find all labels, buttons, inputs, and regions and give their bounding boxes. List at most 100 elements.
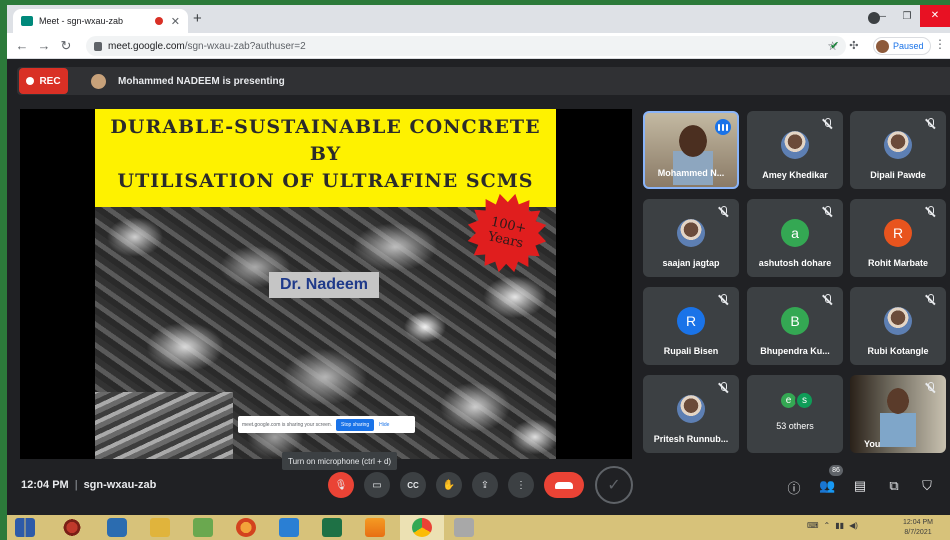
others-avatar: s <box>795 391 814 410</box>
windows-start-icon[interactable] <box>15 518 35 537</box>
participant-name: You <box>864 439 881 449</box>
presentation-stage: DURABLE-SUSTAINABLE CONCRETE BY UTILISAT… <box>20 109 632 459</box>
keyboard-icon[interactable]: ⌨ <box>807 521 819 530</box>
leave-call-button[interactable] <box>544 472 584 498</box>
lock-icon <box>94 41 102 51</box>
windows-taskbar: ⌨ ⌃ ▮▮ ◀) 12:04 PM 8/7/2021 <box>7 515 950 540</box>
recording-button[interactable]: REC <box>19 68 68 94</box>
participant-tile[interactable]: R Rupali Bisen <box>643 287 739 365</box>
image-viewer-icon[interactable] <box>193 518 213 537</box>
chrome-icon[interactable] <box>412 518 432 537</box>
restore-button[interactable]: ❐ <box>894 11 920 22</box>
hide-notice-button[interactable]: Hide <box>379 422 389 428</box>
tab-meet[interactable]: Meet - sgn-wxau-zab ✕ <box>13 9 188 33</box>
microphone-tooltip: Turn on microphone (ctrl + d) <box>282 452 398 470</box>
camera-button[interactable]: ▭ <box>364 472 390 498</box>
participant-tile[interactable]: Rubi Kotangle <box>850 287 946 365</box>
host-controls-icon[interactable]: ⛉ <box>919 478 935 494</box>
reload-button[interactable]: ↻ <box>55 38 77 54</box>
muted-mic-icon <box>924 118 936 130</box>
participant-tile[interactable]: R Rohit Marbate <box>850 199 946 277</box>
browser-menu-icon[interactable]: ⋮ <box>934 37 946 51</box>
participant-avatar: R <box>884 219 912 247</box>
profile-status: Paused <box>893 41 924 51</box>
participant-tile[interactable]: e s 53 others <box>747 375 843 453</box>
participant-tile[interactable]: saajan jagtap <box>643 199 739 277</box>
captions-button[interactable]: CC <box>400 472 426 498</box>
paint-app-icon[interactable] <box>454 518 474 537</box>
present-icon: ⇪ <box>480 479 490 491</box>
extensions-puzzle-icon[interactable]: ✣ <box>849 39 858 52</box>
participant-tile[interactable]: Pritesh Runnub... <box>643 375 739 453</box>
chat-icon[interactable]: ▤ <box>852 478 868 494</box>
meet-favicon-icon <box>21 16 33 26</box>
vlc-icon[interactable] <box>365 518 385 537</box>
inset-micrograph-image <box>95 392 233 459</box>
extension-check-icon[interactable]: ✔ <box>830 39 839 52</box>
firefox-icon[interactable] <box>236 518 256 537</box>
checkmark-button[interactable]: ✓ <box>595 466 633 504</box>
people-icon[interactable]: 👥 <box>819 478 835 494</box>
cube-app-icon[interactable] <box>107 518 127 537</box>
participant-tile[interactable]: You <box>850 375 946 453</box>
tray-arrow-icon[interactable]: ⌃ <box>824 521 831 530</box>
participant-name: Rohit Marbate <box>867 258 928 268</box>
muted-mic-icon <box>821 118 833 130</box>
participant-tile[interactable]: Mohammed N... <box>643 111 739 189</box>
system-date: 8/7/2021 <box>904 529 932 536</box>
present-button[interactable]: ⇪ <box>472 472 498 498</box>
participant-name: ashutosh dohare <box>758 258 832 268</box>
hangup-icon <box>555 481 573 489</box>
participant-tile[interactable]: B Bhupendra Ku... <box>747 287 843 365</box>
close-window-button[interactable]: ✕ <box>920 5 950 27</box>
participant-name: Rubi Kotangle <box>867 346 929 356</box>
activities-icon[interactable]: ⧉ <box>886 478 902 494</box>
participant-tile[interactable]: Dipali Pawde <box>850 111 946 189</box>
mic-off-icon: 🎙 <box>334 479 348 491</box>
new-tab-button[interactable]: + <box>193 10 202 27</box>
profile-button[interactable]: Paused <box>873 37 931 55</box>
extensions: ✔ ✣ <box>830 39 858 52</box>
spider-app-icon[interactable] <box>62 518 82 537</box>
participant-name: Bhupendra Ku... <box>760 346 830 356</box>
volume-icon[interactable]: ◀) <box>849 521 858 530</box>
participant-name: Mohammed N... <box>657 168 725 178</box>
stop-sharing-button[interactable]: Stop sharing <box>336 418 375 431</box>
presenter-avatar <box>91 74 106 89</box>
raise-hand-button[interactable]: ✋ <box>436 472 462 498</box>
author-label: Dr. Nadeem <box>269 272 379 298</box>
toolbar: ← → ↻ meet.google.com /sgn-wxau-zab?auth… <box>7 33 950 59</box>
participant-tile[interactable]: Amey Khedikar <box>747 111 843 189</box>
microphone-off-button[interactable]: 🎙 <box>328 472 354 498</box>
minimize-button[interactable]: — <box>868 11 894 22</box>
back-button[interactable]: ← <box>11 38 33 53</box>
vscode-icon[interactable] <box>279 518 299 537</box>
network-icon[interactable]: ▮▮ <box>835 521 844 530</box>
participant-name: Dipali Pawde <box>870 170 926 180</box>
muted-mic-icon <box>924 294 936 306</box>
meeting-info-icon[interactable]: ⓘ <box>786 478 802 497</box>
participant-avatar: R <box>677 307 705 335</box>
excel-icon[interactable] <box>322 518 342 537</box>
slide-title-line2: UTILISATION OF ULTRAFINE SCMS <box>117 170 534 192</box>
browser-window: Meet - sgn-wxau-zab ✕ + — ❐ ✕ ← → ↻ meet… <box>7 5 950 540</box>
hand-icon: ✋ <box>442 479 456 491</box>
system-time: 12:04 PM <box>903 519 933 526</box>
participant-tile[interactable]: a ashutosh dohare <box>747 199 843 277</box>
tab-strip: Meet - sgn-wxau-zab ✕ + — ❐ ✕ <box>7 5 950 33</box>
shared-slide: DURABLE-SUSTAINABLE CONCRETE BY UTILISAT… <box>95 109 556 459</box>
file-explorer-icon[interactable] <box>150 518 170 537</box>
system-clock[interactable]: 12:04 PM 8/7/2021 <box>903 518 933 538</box>
check-icon: ✓ <box>607 477 621 494</box>
speaking-indicator-icon <box>715 119 731 135</box>
participant-name: 53 others <box>776 421 814 431</box>
captions-icon: CC <box>407 480 419 490</box>
muted-mic-icon <box>924 206 936 218</box>
meeting-details: 12:04 PM | sgn-wxau-zab <box>21 479 156 491</box>
address-bar[interactable]: meet.google.com /sgn-wxau-zab?authuser=2… <box>86 36 846 56</box>
more-options-button[interactable]: ⋮ <box>508 472 534 498</box>
tab-close-icon[interactable]: ✕ <box>171 15 180 28</box>
forward-button[interactable]: → <box>33 38 55 53</box>
presenting-text: Mohammed NADEEM is presenting <box>118 76 285 87</box>
meeting-code: sgn-wxau-zab <box>83 479 157 491</box>
